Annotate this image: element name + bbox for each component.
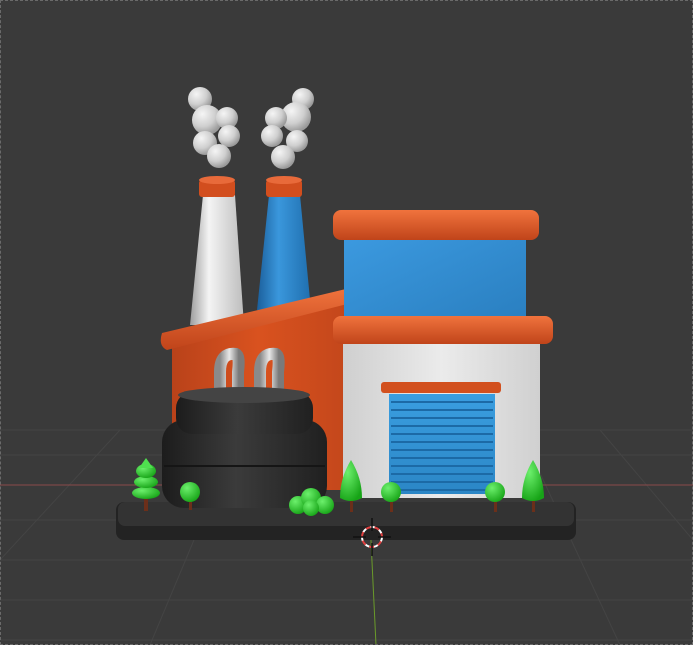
3d-viewport[interactable] (0, 0, 693, 645)
garage-door[interactable] (381, 382, 501, 494)
blue-upper-block[interactable] (333, 210, 539, 320)
chimney-blue[interactable] (257, 176, 311, 310)
smoke-cloud-left (188, 87, 240, 168)
chimney-white[interactable] (190, 176, 244, 325)
viewport-canvas[interactable] (0, 0, 693, 645)
smoke-cloud-right (261, 88, 314, 169)
